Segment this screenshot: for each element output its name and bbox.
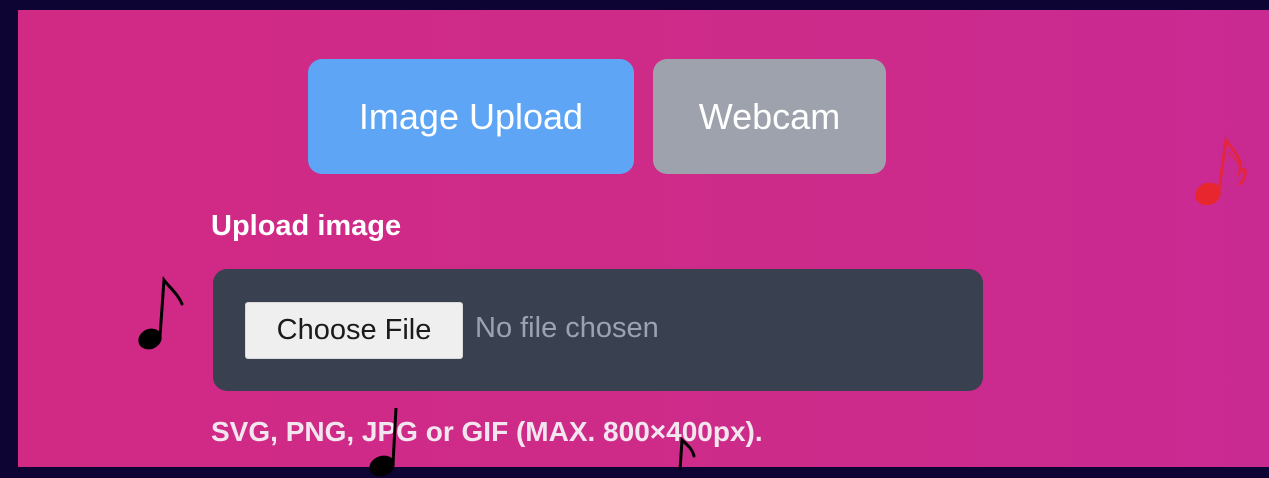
file-format-helper-text: SVG, PNG, JPG or GIF (MAX. 800×400px).	[211, 416, 763, 447]
tab-image-upload[interactable]: Image Upload	[308, 59, 634, 174]
music-note-icon	[138, 275, 184, 350]
file-input-field[interactable]: Choose File No file chosen	[213, 269, 983, 391]
choose-file-button[interactable]: Choose File	[245, 302, 463, 359]
music-note-icon	[1195, 135, 1247, 206]
file-status-text: No file chosen	[475, 312, 659, 344]
upload-panel: Image Upload Webcam Upload image Choose …	[18, 10, 1269, 477]
tab-webcam[interactable]: Webcam	[653, 59, 886, 174]
app-frame: Image Upload Webcam Upload image Choose …	[0, 0, 1269, 477]
upload-image-label: Upload image	[211, 210, 402, 242]
